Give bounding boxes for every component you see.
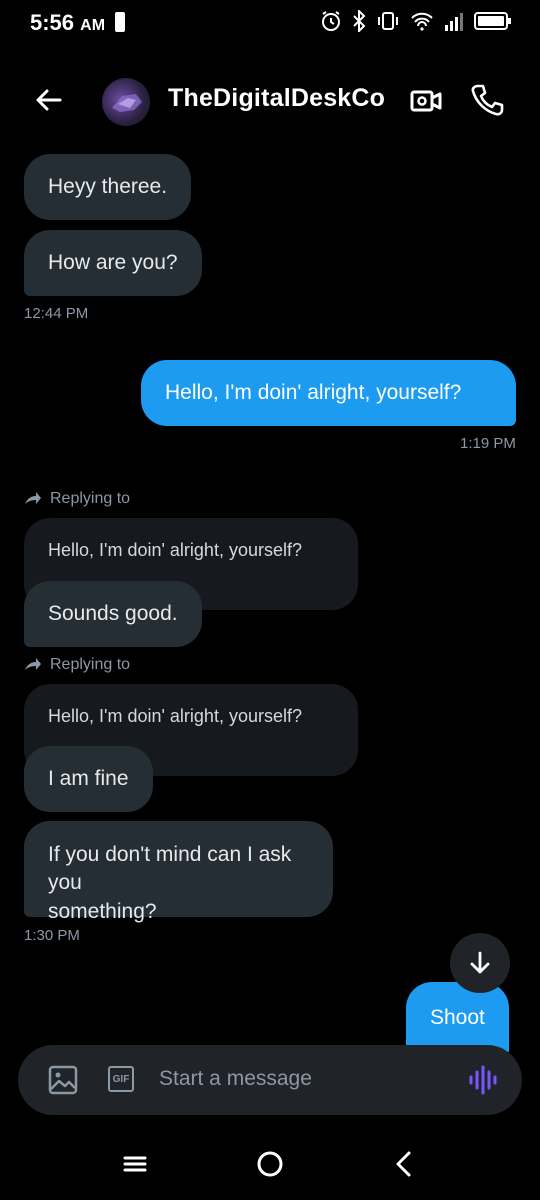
message-timestamp: 12:44 PM	[24, 305, 89, 322]
conversation-title[interactable]: TheDigitalDeskCo	[168, 84, 385, 113]
quoted-text: Hello, I'm doin' alright, yourself?	[48, 540, 302, 560]
wifi-icon	[411, 12, 433, 31]
back-nav-icon[interactable]	[392, 1150, 416, 1178]
recent-apps-icon[interactable]	[122, 1151, 148, 1177]
conversation-header: TheDigitalDeskCo	[0, 62, 540, 138]
bluetooth-icon	[353, 10, 366, 32]
message-bubble-incoming[interactable]: How are you?	[24, 230, 202, 296]
quoted-text: Hello, I'm doin' alright, yourself?	[48, 706, 302, 726]
reply-arrow-icon	[25, 658, 41, 670]
replying-to-text: Replying to	[50, 656, 131, 673]
message-bubble-incoming[interactable]: Sounds good.	[24, 581, 202, 647]
status-time: 5:56 AM	[30, 10, 106, 35]
replying-to-text: Replying to	[50, 490, 131, 507]
battery-icon	[474, 12, 511, 30]
message-bubble-outgoing[interactable]: Hello, I'm doin' alright, yourself?	[141, 360, 516, 426]
message-text-line: If you don't mind can I ask you	[48, 843, 292, 895]
status-bar: 5:56 AM	[0, 0, 540, 46]
message-text: Hello, I'm doin' alright, yourself?	[165, 380, 462, 404]
image-icon[interactable]	[48, 1065, 78, 1095]
signal-icon	[445, 13, 463, 31]
message-text: I am fine	[48, 766, 129, 790]
home-icon[interactable]	[256, 1150, 284, 1178]
message-bubble-incoming[interactable]: Heyy thereе.	[24, 154, 192, 220]
gif-label: GIF	[112, 1073, 130, 1085]
back-arrow-icon[interactable]	[30, 82, 66, 118]
message-text: Sounds good.	[48, 601, 178, 625]
avatar[interactable]	[102, 78, 150, 126]
message-text: How are you?	[48, 250, 178, 274]
message-input[interactable]: Start a message	[159, 1067, 312, 1091]
alarm-icon	[322, 11, 340, 31]
video-call-icon[interactable]	[409, 84, 443, 118]
reply-arrow-icon	[25, 492, 41, 504]
voice-message-icon[interactable]	[468, 1063, 498, 1097]
replying-to-label: Replying to	[24, 656, 130, 674]
notification-icon	[115, 12, 125, 32]
message-composer: GIF Start a message	[18, 1045, 522, 1115]
phone-icon[interactable]	[470, 82, 504, 118]
gif-button[interactable]: GIF	[108, 1066, 134, 1092]
message-text-line: something?	[48, 899, 157, 923]
message-bubble-outgoing[interactable]: Shoot	[406, 982, 509, 1052]
arrow-down-icon	[470, 951, 490, 974]
replying-to-label: Replying to	[24, 490, 130, 508]
message-timestamp: 1:19 PM	[460, 435, 516, 452]
status-icons	[320, 10, 512, 32]
vibrate-icon	[378, 12, 398, 30]
message-text: Shoot	[430, 1006, 485, 1029]
scroll-to-bottom-button[interactable]	[450, 933, 510, 993]
message-text: Heyy thereе.	[48, 174, 168, 198]
message-bubble-incoming[interactable]: If you don't mind can I ask you somethin…	[24, 821, 333, 923]
message-timestamp: 1:30 PM	[24, 927, 80, 944]
message-bubble-incoming[interactable]: I am fine	[24, 746, 153, 812]
system-nav-bar	[0, 1130, 540, 1200]
